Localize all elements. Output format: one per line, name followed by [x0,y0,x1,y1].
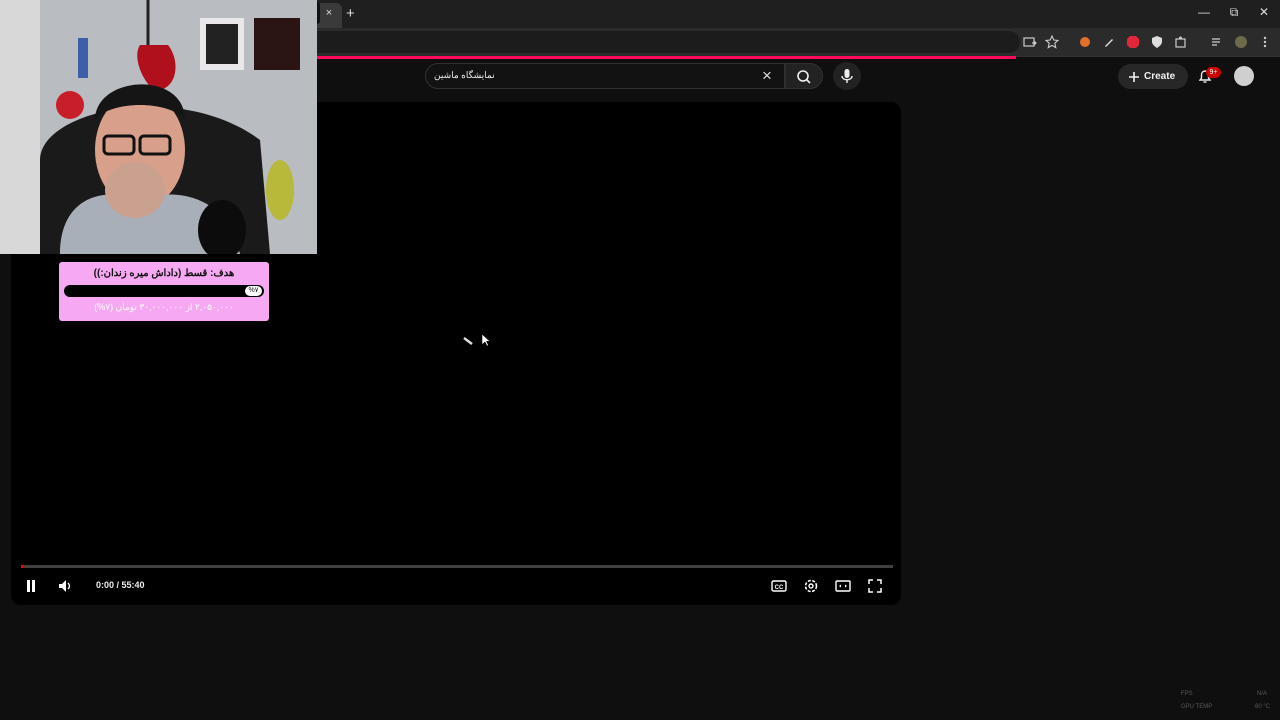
search-query-text: نمایشگاه ماشین [434,70,495,80]
gpu-temp-value: 60 °C [1255,704,1271,710]
minimize-button[interactable]: — [1194,5,1214,19]
goal-percent-badge: %۷ [245,286,262,296]
new-tab-button[interactable]: + [346,5,355,22]
profile-icon[interactable] [1234,35,1248,49]
plus-icon [1129,71,1139,82]
captions-button[interactable]: CC [770,577,788,595]
volume-button[interactable] [56,577,74,595]
pen-extension-icon[interactable] [1102,35,1116,49]
gear-icon [804,579,818,593]
install-app-icon[interactable] [1023,35,1037,49]
goal-title: هدف: قسط (داداش میره زندان:)) [93,268,235,279]
theater-mode-button[interactable] [834,577,852,595]
goal-amount-text: ۲,۰۵۰,۰۰۰ از ۳۰,۰۰۰,۰۰۰ تومان (۷%) [94,302,234,312]
window-close-button[interactable]: ✕ [1254,5,1274,19]
pencil-cursor-icon [463,333,475,345]
captions-icon: CC [771,580,787,592]
captions-label: CC [775,585,784,591]
search-button[interactable] [785,63,823,89]
search-icon [797,70,811,84]
adblock-icon[interactable] [1126,35,1140,49]
extensions-puzzle-icon[interactable] [1174,35,1188,49]
tab-close-button[interactable]: × [322,6,336,20]
volume-icon [59,580,71,592]
fullscreen-icon [868,579,882,593]
create-button[interactable]: Create [1118,64,1188,89]
browser-menu-icon[interactable] [1258,35,1272,49]
gpu-temp-label: GPU TEMP [1181,704,1213,710]
fullscreen-button[interactable] [866,577,884,595]
address-bar[interactable] [300,31,1020,53]
voice-search-button[interactable] [833,62,861,90]
seek-bar[interactable] [21,565,893,568]
settings-button[interactable] [802,577,820,595]
create-label: Create [1144,71,1176,82]
page-load-track [1016,56,1280,57]
extension-orange-icon[interactable] [1078,35,1092,49]
fps-value: N/A [1257,691,1268,697]
streamer-webcam-image [0,0,317,254]
pause-icon [27,580,35,592]
account-avatar[interactable] [1234,66,1254,86]
bookmark-star-icon[interactable] [1044,34,1060,49]
microphone-icon [841,69,853,83]
media-controls-icon[interactable] [1210,35,1224,49]
shield-extension-icon[interactable] [1150,35,1164,49]
clear-search-icon[interactable]: × [762,66,772,86]
mouse-pointer-icon [481,333,491,347]
fps-label: FPS [1181,691,1193,697]
seek-bar-progress [21,565,23,568]
time-display: 0:00 / 55:40 [96,580,145,590]
pause-button[interactable] [22,577,40,595]
webcam-overlay [0,0,317,254]
theater-icon [835,580,851,592]
maximize-button[interactable]: ⧉ [1224,5,1244,20]
notification-count-badge: 9+ [1206,67,1221,78]
goal-progress-bar [64,285,264,297]
